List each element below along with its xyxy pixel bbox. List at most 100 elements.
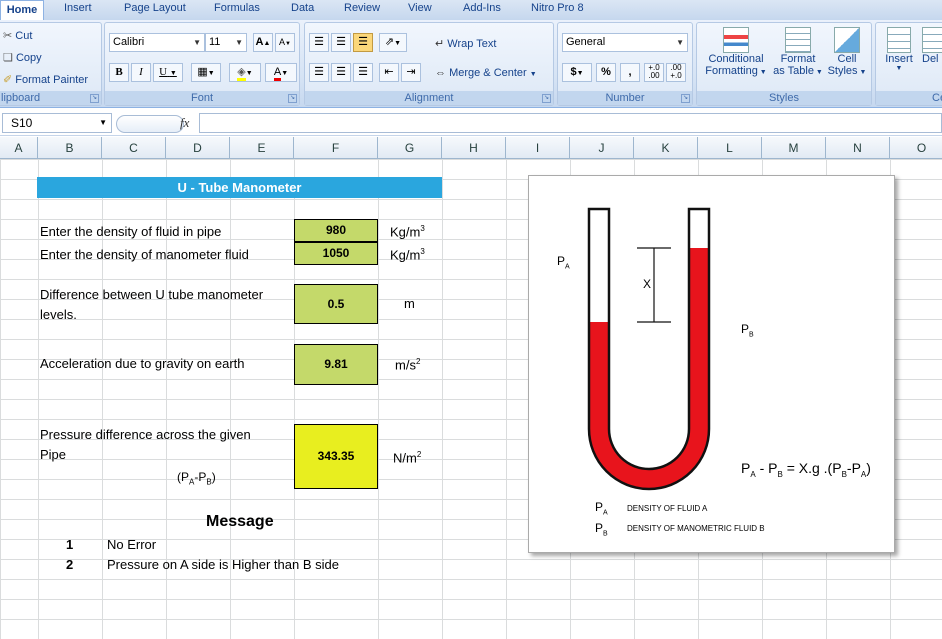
pa-label: PA bbox=[557, 254, 570, 271]
styles-group: Conditional Formatting ▼ Format as Table… bbox=[696, 22, 872, 106]
chevron-down-icon: ▼ bbox=[235, 38, 243, 47]
column-header-g[interactable]: G bbox=[378, 137, 442, 159]
font-group-label: Font bbox=[105, 91, 299, 105]
decrease-decimal-button[interactable]: .00 +.0 bbox=[666, 63, 686, 82]
delete-cells-button[interactable]: Del bbox=[922, 27, 942, 65]
column-header-row: A B C D E F G H I J K L M N O bbox=[0, 137, 942, 159]
underline-button[interactable]: U ▼ bbox=[153, 63, 183, 82]
density-pipe-input[interactable]: 980 bbox=[294, 219, 378, 242]
grow-font-button[interactable]: A▲ bbox=[253, 33, 273, 52]
increase-decimal-button[interactable]: +.0 .00 bbox=[644, 63, 664, 82]
number-launcher-icon[interactable]: ↘ bbox=[681, 94, 690, 103]
font-launcher-icon[interactable]: ↘ bbox=[288, 94, 297, 103]
tab-insert[interactable]: Insert bbox=[64, 2, 92, 14]
ribbon: ✂ Cut ❏ Copy ✐ Format Painter lipboard ↘… bbox=[0, 20, 942, 108]
align-middle-icon[interactable]: ☰ bbox=[331, 33, 351, 52]
scissors-icon: ✂ bbox=[3, 30, 13, 42]
clipboard-launcher-icon[interactable]: ↘ bbox=[90, 94, 99, 103]
formula-bar-splitter[interactable] bbox=[116, 115, 184, 133]
column-header-d[interactable]: D bbox=[166, 137, 230, 159]
orientation-icon[interactable]: ⇗▼ bbox=[379, 33, 407, 52]
formula-bar: S10 ▼ fx bbox=[0, 111, 942, 136]
formula-input[interactable] bbox=[199, 113, 942, 133]
tab-nitro-pro[interactable]: Nitro Pro 8 bbox=[531, 2, 584, 14]
density-manometer-unit: Kg/m3 bbox=[390, 247, 425, 263]
tab-add-ins[interactable]: Add-Ins bbox=[463, 2, 501, 14]
density-manometer-input[interactable]: 1050 bbox=[294, 242, 378, 265]
cut-button[interactable]: ✂ Cut bbox=[3, 29, 32, 42]
currency-button[interactable]: $▼ bbox=[562, 63, 592, 82]
message-number: 2 bbox=[66, 557, 74, 572]
insert-cells-button[interactable]: Insert ▼ bbox=[882, 27, 916, 72]
conditional-formatting-icon bbox=[723, 27, 749, 53]
paintbrush-icon: ✐ bbox=[3, 74, 13, 86]
format-painter-button[interactable]: ✐ Format Painter bbox=[3, 73, 88, 86]
align-left-icon[interactable]: ☰ bbox=[309, 63, 329, 82]
font-color-button[interactable]: A▼ bbox=[265, 63, 297, 82]
alignment-launcher-icon[interactable]: ↘ bbox=[542, 94, 551, 103]
pressure-diff-unit: N/m2 bbox=[393, 450, 422, 466]
pressure-diff-label-line2: Pipe bbox=[40, 447, 67, 462]
insert-function-button[interactable]: fx bbox=[180, 115, 189, 131]
density-pipe-label: Enter the density of fluid in pipe bbox=[40, 224, 222, 239]
message-text: Pressure on A side is Higher than B side bbox=[107, 557, 339, 572]
column-header-i[interactable]: I bbox=[506, 137, 570, 159]
column-header-f[interactable]: F bbox=[294, 137, 378, 159]
level-diff-label-line2: levels. bbox=[40, 307, 77, 322]
tab-data[interactable]: Data bbox=[291, 2, 314, 14]
wrap-text-button[interactable]: ↵ Wrap Text bbox=[435, 37, 496, 50]
gravity-input[interactable]: 9.81 bbox=[294, 344, 378, 385]
name-box[interactable]: S10 ▼ bbox=[2, 113, 112, 133]
italic-button[interactable]: I bbox=[131, 63, 151, 82]
comma-button[interactable]: , bbox=[620, 63, 640, 82]
font-name-combo[interactable]: Calibri ▼ bbox=[109, 33, 205, 52]
decrease-indent-icon[interactable]: ⇤ bbox=[379, 63, 399, 82]
column-header-h[interactable]: H bbox=[442, 137, 506, 159]
insert-cells-icon bbox=[887, 27, 911, 53]
column-header-n[interactable]: N bbox=[826, 137, 890, 159]
tab-view[interactable]: View bbox=[408, 2, 432, 14]
align-top-icon[interactable]: ☰ bbox=[309, 33, 329, 52]
tab-page-layout[interactable]: Page Layout bbox=[124, 2, 186, 14]
column-header-c[interactable]: C bbox=[102, 137, 166, 159]
pressure-diff-result: 343.35 bbox=[294, 424, 378, 489]
cells-group: Insert ▼ Del Ce bbox=[875, 22, 942, 106]
merge-center-button[interactable]: ⇔ Merge & Center ▼ bbox=[435, 67, 537, 79]
tab-formulas[interactable]: Formulas bbox=[214, 2, 260, 14]
fill-color-button[interactable]: ◈▼ bbox=[229, 63, 261, 82]
conditional-formatting-button[interactable]: Conditional Formatting ▼ bbox=[701, 27, 771, 77]
align-bottom-icon[interactable]: ☰ bbox=[353, 33, 373, 52]
u-tube-svg bbox=[587, 207, 711, 491]
column-header-e[interactable]: E bbox=[230, 137, 294, 159]
column-header-a[interactable]: A bbox=[0, 137, 38, 159]
column-header-m[interactable]: M bbox=[762, 137, 826, 159]
legend-b-text: DENSITY OF MANOMETRIC FLUID B bbox=[627, 524, 765, 533]
column-header-k[interactable]: K bbox=[634, 137, 698, 159]
copy-button[interactable]: ❏ Copy bbox=[3, 51, 42, 64]
column-header-b[interactable]: B bbox=[38, 137, 102, 159]
bold-button[interactable]: B bbox=[109, 63, 129, 82]
shrink-font-button[interactable]: A▼ bbox=[275, 33, 295, 52]
format-as-table-button[interactable]: Format as Table ▼ bbox=[771, 27, 825, 77]
font-size-combo[interactable]: 11 ▼ bbox=[205, 33, 247, 52]
increase-indent-icon[interactable]: ⇥ bbox=[401, 63, 421, 82]
percent-button[interactable]: % bbox=[596, 63, 616, 82]
align-right-icon[interactable]: ☰ bbox=[353, 63, 373, 82]
number-format-combo[interactable]: General ▼ bbox=[562, 33, 688, 52]
cell-styles-button[interactable]: Cell Styles ▼ bbox=[825, 27, 869, 77]
pressure-diff-subscript-label: (PA-PB) bbox=[177, 470, 216, 487]
borders-icon: ▦ bbox=[197, 66, 208, 78]
column-header-j[interactable]: J bbox=[570, 137, 634, 159]
tab-home[interactable]: Home bbox=[0, 0, 44, 20]
gravity-unit: m/s2 bbox=[395, 357, 421, 373]
level-diff-input[interactable]: 0.5 bbox=[294, 284, 378, 324]
borders-button[interactable]: ▦▼ bbox=[191, 63, 221, 82]
align-center-icon[interactable]: ☰ bbox=[331, 63, 351, 82]
paint-bucket-icon: ◈ bbox=[237, 66, 246, 81]
density-manometer-label: Enter the density of manometer fluid bbox=[40, 247, 249, 262]
column-header-l[interactable]: L bbox=[698, 137, 762, 159]
manometer-diagram[interactable]: PA X PB PA - PB = X.g .(PB-PA) PA DENSIT… bbox=[528, 175, 895, 553]
column-header-o[interactable]: O bbox=[890, 137, 942, 159]
tab-review[interactable]: Review bbox=[344, 2, 380, 14]
styles-group-label: Styles bbox=[697, 91, 871, 105]
